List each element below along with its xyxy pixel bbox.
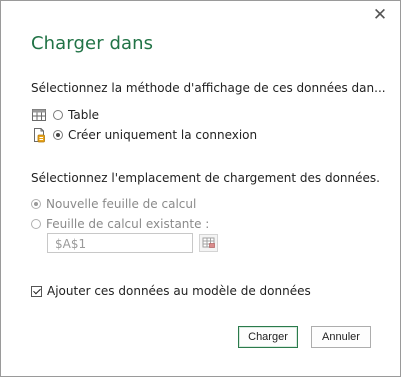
add-to-data-model-label: Ajouter ces données au modèle de données (47, 284, 311, 298)
load-to-dialog: ✕ Charger dans Sélectionnez la méthode d… (0, 0, 401, 377)
display-method-label: Sélectionnez la méthode d'affichage de c… (31, 81, 386, 95)
close-icon: ✕ (372, 5, 388, 25)
range-select-icon (202, 237, 215, 248)
cell-reference-field[interactable]: $A$1 (47, 233, 193, 253)
connection-only-option[interactable]: Créer uniquement la connexion (31, 127, 257, 143)
new-worksheet-label: Nouvelle feuille de calcul (46, 197, 197, 211)
existing-worksheet-option[interactable]: Feuille de calcul existante : (31, 216, 209, 232)
connection-only-label: Créer uniquement la connexion (68, 128, 258, 142)
new-worksheet-radio[interactable] (31, 199, 41, 209)
add-to-data-model-checkbox[interactable] (31, 285, 42, 297)
existing-worksheet-radio[interactable] (31, 219, 41, 229)
load-location-label: Sélectionnez l'emplacement de chargement… (31, 171, 380, 185)
add-to-data-model-option[interactable]: Ajouter ces données au modèle de données (31, 283, 311, 299)
cancel-button[interactable]: Annuler (311, 326, 371, 348)
new-worksheet-option[interactable]: Nouvelle feuille de calcul (31, 196, 196, 212)
connection-only-radio[interactable] (53, 130, 63, 140)
load-button[interactable]: Charger (238, 326, 298, 348)
table-option[interactable]: Table (31, 107, 99, 123)
existing-worksheet-label: Feuille de calcul existante : (46, 217, 210, 231)
table-option-label: Table (68, 108, 100, 122)
table-radio[interactable] (53, 110, 63, 120)
range-select-button[interactable] (199, 234, 218, 252)
connection-icon (34, 128, 45, 143)
dialog-title: Charger dans (31, 33, 154, 54)
table-icon (32, 109, 46, 121)
close-button[interactable]: ✕ (370, 5, 390, 25)
